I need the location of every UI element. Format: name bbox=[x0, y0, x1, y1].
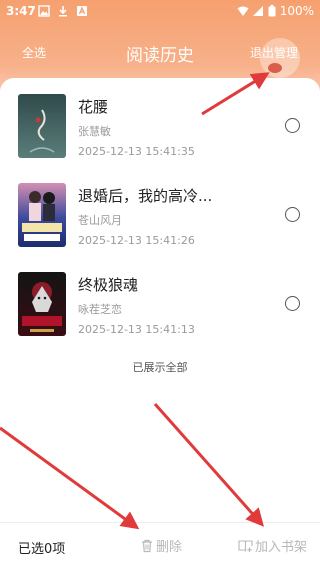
select-checkbox[interactable] bbox=[285, 207, 300, 222]
touch-indicator bbox=[260, 38, 300, 78]
read-time: 2025-12-13 15:41:35 bbox=[78, 145, 195, 158]
book-title: 花腰 bbox=[78, 98, 109, 116]
add-bookshelf-icon bbox=[238, 539, 253, 552]
wifi-icon bbox=[237, 6, 249, 16]
book-cover bbox=[18, 94, 66, 158]
select-checkbox[interactable] bbox=[285, 296, 300, 311]
read-time: 2025-12-13 15:41:26 bbox=[78, 234, 195, 247]
book-cover bbox=[18, 183, 66, 247]
book-author: 苍山风月 bbox=[78, 214, 122, 227]
battery-percentage: 100% bbox=[279, 4, 314, 18]
list-item[interactable]: 退婚后，我的高冷... 苍山风月 2025-12-13 15:41:26 bbox=[0, 167, 320, 247]
read-time: 2025-12-13 15:41:13 bbox=[78, 323, 195, 336]
book-author: 张慧敏 bbox=[78, 125, 111, 138]
status-notification-icons bbox=[38, 5, 88, 17]
book-author: 咏茬芝恋 bbox=[78, 303, 122, 316]
add-to-shelf-label: 加入书架 bbox=[255, 540, 308, 555]
delete-label: 删除 bbox=[156, 540, 183, 555]
touch-indicator-dot bbox=[268, 63, 282, 73]
image-icon bbox=[38, 5, 50, 17]
delete-button[interactable]: 删除 bbox=[140, 536, 182, 555]
list-item[interactable]: 终极狼魂 咏茬芝恋 2025-12-13 15:41:13 bbox=[0, 256, 320, 336]
signal-icon bbox=[252, 6, 263, 16]
history-list: 花腰 张慧敏 2025-12-13 15:41:35 退婚后，我的高冷... 苍… bbox=[0, 78, 320, 522]
add-to-shelf-button[interactable]: 加入书架 bbox=[238, 536, 307, 555]
list-end-label: 已展示全部 bbox=[132, 361, 188, 374]
battery-icon bbox=[268, 5, 276, 17]
trash-icon bbox=[142, 539, 152, 552]
select-checkbox[interactable] bbox=[285, 118, 300, 133]
a-icon bbox=[77, 6, 87, 16]
book-cover bbox=[18, 272, 66, 336]
download-icon bbox=[59, 6, 67, 17]
status-time: 3:47 bbox=[6, 4, 36, 18]
selected-count: 已选0项 bbox=[18, 542, 66, 557]
book-title: 退婚后，我的高冷... bbox=[78, 187, 213, 205]
status-bar: 3:47 100% bbox=[0, 0, 320, 24]
bottom-action-bar: 已选0项 删除 加入书架 bbox=[0, 522, 320, 568]
list-item[interactable]: 花腰 张慧敏 2025-12-13 15:41:35 bbox=[0, 78, 320, 158]
status-system-icons: 100% bbox=[237, 4, 314, 18]
reading-history-screen: 3:47 100% 全选 阅读历史 退出管理 花腰 张慧敏 2025-12-13… bbox=[0, 0, 320, 568]
book-title: 终极狼魂 bbox=[78, 276, 139, 294]
